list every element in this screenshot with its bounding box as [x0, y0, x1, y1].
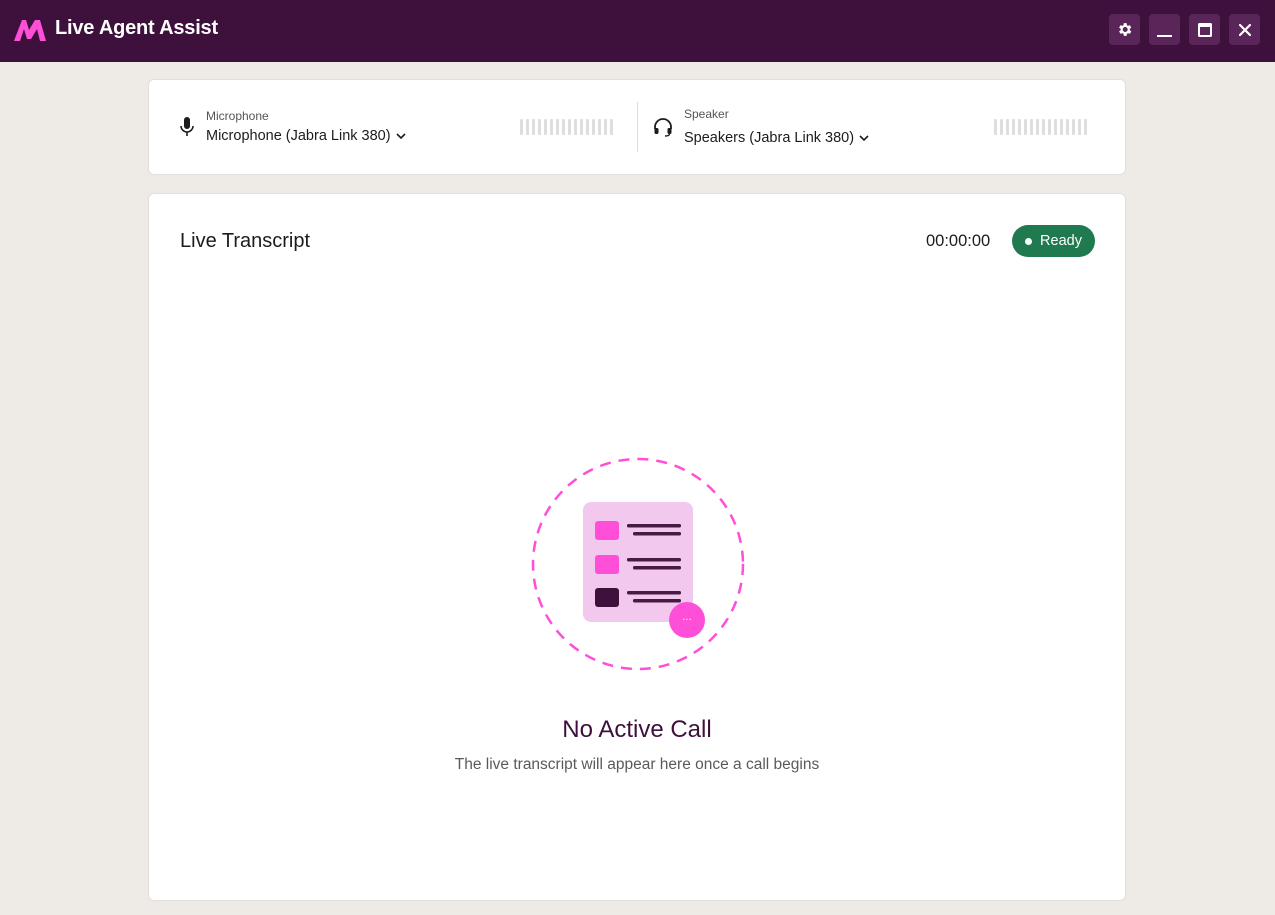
- microphone-select[interactable]: Microphone (Jabra Link 380): [206, 128, 406, 144]
- minimize-icon: [1157, 35, 1172, 37]
- microphone-icon: [180, 117, 194, 136]
- speaker-select[interactable]: Speakers (Jabra Link 380): [684, 130, 869, 146]
- title-bar: Live Agent Assist: [0, 0, 1275, 62]
- status-dot-icon: [1025, 237, 1033, 245]
- headset-icon: [654, 118, 672, 137]
- maximize-icon: [1197, 22, 1212, 37]
- speaker-level-meter: [994, 119, 1087, 135]
- device-divider: [637, 102, 638, 152]
- status-badge: Ready: [1012, 225, 1095, 257]
- brand-m-logo-icon: [14, 20, 46, 41]
- empty-state-subtitle: The live transcript will appear here onc…: [454, 756, 820, 773]
- settings-button[interactable]: [1109, 14, 1140, 45]
- empty-state-title: No Active Call: [562, 716, 712, 743]
- chevron-down-icon: [859, 135, 869, 141]
- chat-bubble-text: ···: [682, 615, 692, 626]
- maximize-button[interactable]: [1189, 14, 1220, 45]
- chevron-down-icon: [396, 133, 406, 139]
- microphone-label: Microphone: [206, 109, 269, 123]
- speaker-value: Speakers (Jabra Link 380): [684, 130, 855, 146]
- live-transcript-panel: Live Transcript 00:00:00 Ready ··· No Ac…: [148, 193, 1126, 901]
- microphone-value: Microphone (Jabra Link 380): [206, 128, 391, 144]
- transcript-document-icon: ···: [531, 457, 745, 671]
- call-timer: 00:00:00: [926, 232, 991, 250]
- transcript-title: Live Transcript: [180, 230, 311, 252]
- close-icon: [1238, 23, 1251, 36]
- audio-devices-card: Microphone Microphone (Jabra Link 380) S…: [148, 79, 1126, 175]
- speaker-label: Speaker: [684, 107, 729, 121]
- minimize-button[interactable]: [1149, 14, 1180, 45]
- gear-icon: [1119, 23, 1132, 36]
- status-text: Ready: [1040, 233, 1082, 249]
- microphone-level-meter: [520, 119, 613, 135]
- app-title: Live Agent Assist: [55, 17, 218, 39]
- close-button[interactable]: [1229, 14, 1260, 45]
